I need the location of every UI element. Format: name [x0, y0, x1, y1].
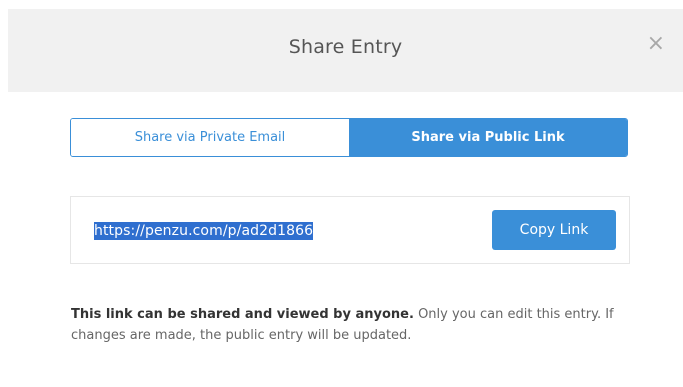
dialog-title: Share Entry [288, 36, 403, 58]
share-mode-toggle: Share via Private Email Share via Public… [70, 118, 628, 157]
share-entry-dialog: Share Entry × Share via Private Email Sh… [0, 0, 683, 387]
tab-share-private-email[interactable]: Share via Private Email [71, 119, 349, 156]
close-icon[interactable]: × [647, 33, 665, 55]
public-link-url[interactable]: https://penzu.com/p/ad2d1866 [94, 222, 314, 240]
copy-link-button[interactable]: Copy Link [492, 210, 616, 250]
dialog-header: Share Entry × [8, 9, 683, 92]
public-link-box: https://penzu.com/p/ad2d1866 Copy Link [70, 196, 630, 264]
tab-share-public-link[interactable]: Share via Public Link [349, 119, 627, 156]
share-info-bold: This link can be shared and viewed by an… [71, 307, 414, 322]
share-info-text: This link can be shared and viewed by an… [71, 304, 616, 346]
